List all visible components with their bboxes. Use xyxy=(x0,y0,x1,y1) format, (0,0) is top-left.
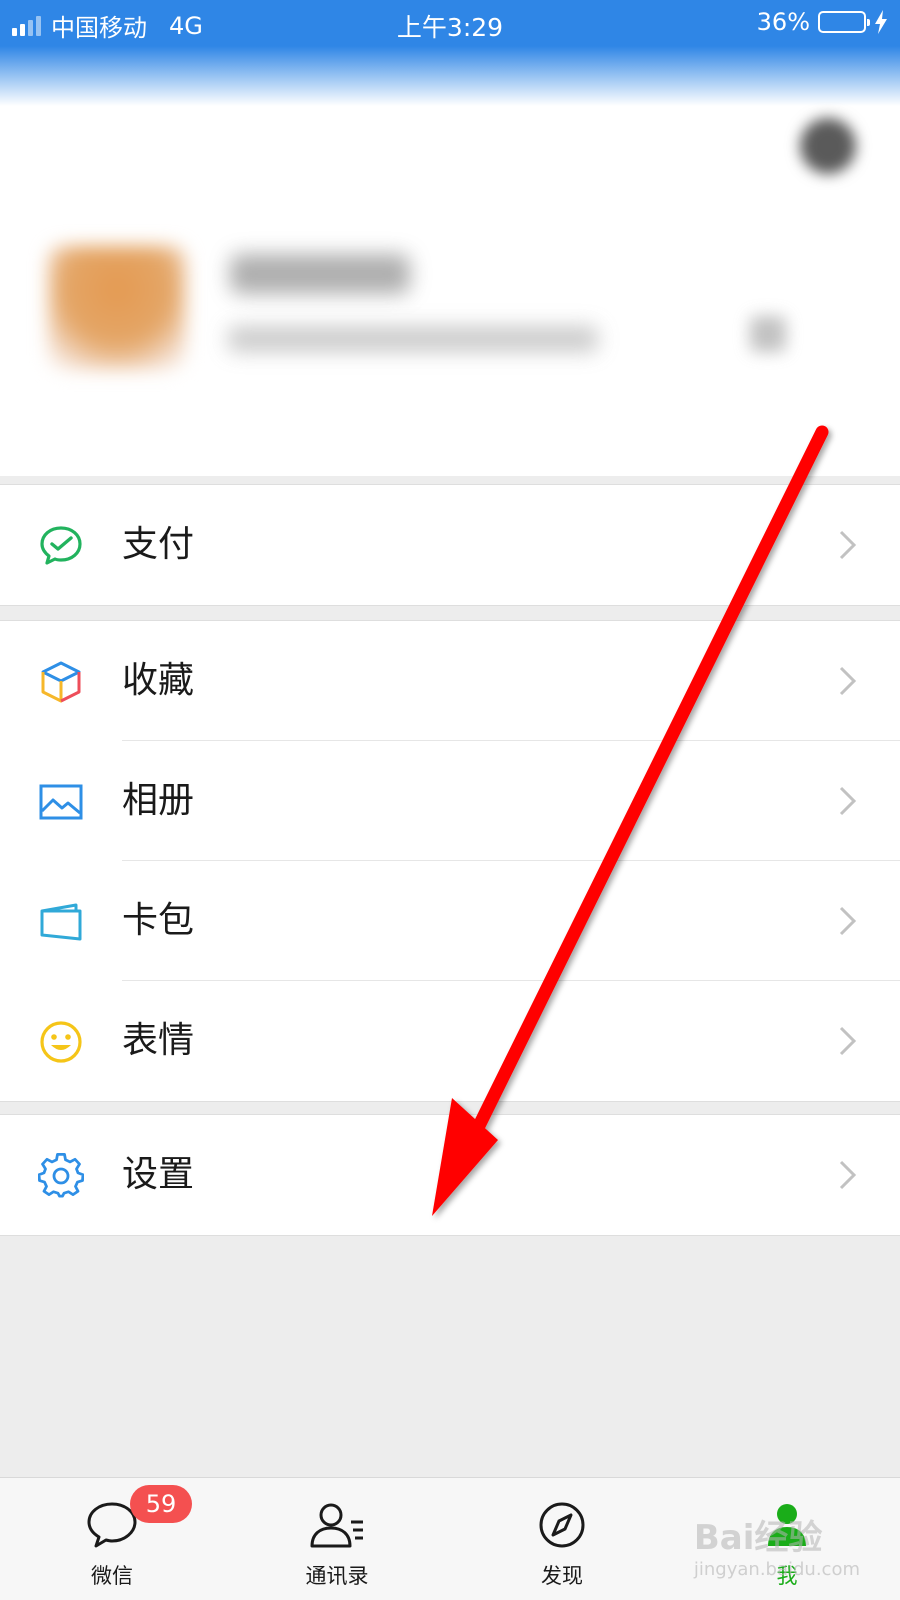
status-bar: 中国移动 4G 上午3:29 36% xyxy=(0,0,900,46)
chevron-right-icon xyxy=(839,530,857,560)
header-gradient xyxy=(0,46,900,106)
profile-header[interactable] xyxy=(0,106,900,476)
tab-contacts[interactable]: 通讯录 xyxy=(277,1500,397,1590)
favorites-cube-icon xyxy=(41,661,81,703)
tab-label: 发现 xyxy=(541,1564,583,1588)
menu-item-pay[interactable]: 支付 xyxy=(0,485,900,605)
wechat-pay-icon xyxy=(40,526,82,565)
qr-code-icon[interactable] xyxy=(750,316,786,352)
menu-group-pay: 支付 xyxy=(0,484,900,606)
chevron-right-icon xyxy=(839,786,857,816)
charging-bolt-icon xyxy=(875,10,887,34)
album-photo-icon xyxy=(39,784,83,820)
compass-icon xyxy=(539,1502,585,1548)
menu-item-label: 收藏 xyxy=(122,660,195,701)
menu-item-label: 表情 xyxy=(122,1020,195,1061)
battery-icon xyxy=(818,11,870,33)
menu-item-label: 卡包 xyxy=(122,900,195,941)
chevron-right-icon xyxy=(839,906,857,936)
unread-badge: 59 xyxy=(130,1485,192,1523)
avatar[interactable] xyxy=(48,246,186,370)
menu-item-favorites[interactable]: 收藏 xyxy=(0,621,900,741)
menu-item-label: 相册 xyxy=(122,780,195,821)
battery-percent: 36% xyxy=(756,8,810,36)
status-bar-right: 36% xyxy=(757,8,888,36)
blurred-nickname xyxy=(230,254,410,294)
menu-group-settings: 设置 xyxy=(0,1114,900,1236)
menu-group-main: 收藏 相册 卡包 表情 xyxy=(0,620,900,1102)
watermark-brand: Bai经验 xyxy=(693,1518,823,1558)
menu-item-album[interactable]: 相册 xyxy=(0,741,900,861)
card-wallet-icon xyxy=(40,903,82,941)
watermark-url: jingyan.baidu.com xyxy=(693,1559,860,1580)
watermark-logo: Bai经验 jingyan.baidu.com xyxy=(694,1510,860,1580)
menu-item-label: 支付 xyxy=(122,524,195,565)
chevron-right-icon xyxy=(839,1026,857,1056)
tab-discover[interactable]: 发现 xyxy=(502,1500,622,1590)
blurred-wechat-id xyxy=(228,326,598,352)
tab-label: 通讯录 xyxy=(305,1564,369,1588)
menu-item-label: 设置 xyxy=(122,1154,195,1195)
menu-item-cards[interactable]: 卡包 xyxy=(0,861,900,981)
menu-item-stickers[interactable]: 表情 xyxy=(0,981,900,1101)
chevron-right-icon xyxy=(839,1160,857,1190)
chevron-right-icon xyxy=(839,666,857,696)
menu-item-settings[interactable]: 设置 xyxy=(0,1115,900,1235)
gear-icon xyxy=(38,1153,84,1198)
contacts-icon xyxy=(310,1503,363,1548)
smiley-face-icon xyxy=(40,1021,82,1063)
camera-icon[interactable] xyxy=(800,118,856,174)
tab-label: 微信 xyxy=(91,1564,133,1588)
